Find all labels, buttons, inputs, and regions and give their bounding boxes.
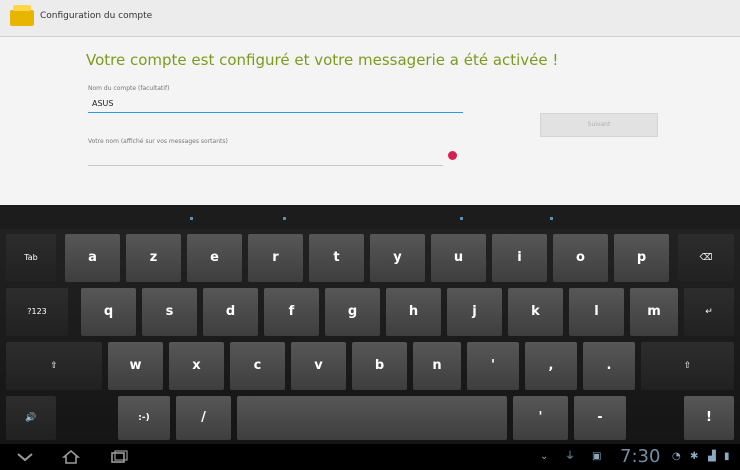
key-exclamation[interactable]: !: [684, 396, 734, 440]
key-enter[interactable]: ↵: [684, 288, 734, 336]
folder-envelope-icon: [10, 5, 34, 26]
key-s[interactable]: s: [142, 288, 197, 336]
bluetooth-icon: ✱: [690, 451, 699, 462]
key-smiley[interactable]: :-): [118, 396, 170, 440]
key-t[interactable]: t: [309, 234, 364, 282]
key-c[interactable]: c: [230, 342, 285, 390]
key-h[interactable]: h: [386, 288, 441, 336]
key-l[interactable]: l: [569, 288, 624, 336]
signal-icon: ▟: [708, 451, 716, 462]
wifi-icon: ◔: [672, 451, 681, 462]
back-icon[interactable]: [16, 450, 34, 464]
key-b[interactable]: b: [352, 342, 407, 390]
screen: Configuration du compte Votre compte est…: [0, 0, 740, 470]
key-w[interactable]: w: [108, 342, 163, 390]
key-symbols[interactable]: ?123: [6, 288, 68, 336]
key-i[interactable]: i: [492, 234, 547, 282]
key-e[interactable]: e: [187, 234, 242, 282]
key-slash[interactable]: /: [176, 396, 231, 440]
next-button[interactable]: Suivant: [540, 113, 658, 137]
key-voice[interactable]: 🔊: [6, 396, 56, 440]
window-title: Configuration du compte: [40, 11, 153, 21]
battery-icon: ▮: [724, 451, 730, 462]
key-tab[interactable]: Tab: [6, 234, 56, 282]
home-icon[interactable]: [61, 449, 81, 464]
key-p[interactable]: p: [614, 234, 669, 282]
key-comma[interactable]: ,: [525, 342, 577, 390]
key-apostrophe[interactable]: ': [467, 342, 519, 390]
page-heading: Votre compte est configuré et votre mess…: [86, 51, 559, 69]
system-nav-bar: ⌄ ⏚ ▣ 7:30 ◔ ✱ ▟ ▮: [0, 444, 740, 470]
key-n[interactable]: n: [413, 342, 461, 390]
key-shift-left[interactable]: ⇧: [6, 342, 102, 390]
keyboard-hide-icon[interactable]: ⌄: [540, 450, 548, 464]
display-name-label: Votre nom (affiché sur vos messages sort…: [88, 138, 228, 145]
key-a[interactable]: a: [65, 234, 120, 282]
key-j[interactable]: j: [447, 288, 502, 336]
recent-apps-icon[interactable]: [110, 450, 128, 464]
key-hyphen[interactable]: -: [574, 396, 626, 440]
usb-icon: ⏚: [565, 451, 575, 462]
key-d[interactable]: d: [203, 288, 258, 336]
display-name-field[interactable]: [88, 150, 443, 166]
title-bar: Configuration du compte: [0, 0, 740, 37]
account-name-label: Nom du compte (facultatif): [88, 85, 170, 92]
key-y[interactable]: y: [370, 234, 425, 282]
soft-keyboard: Tab a z e r t y u i o p ⌫ ?123 q s d f g…: [0, 207, 740, 444]
key-shift-right[interactable]: ⇧: [641, 342, 734, 390]
account-name-field[interactable]: ASUS: [88, 97, 463, 113]
account-name-value: ASUS: [92, 99, 114, 108]
key-g[interactable]: g: [325, 288, 380, 336]
key-r[interactable]: r: [248, 234, 303, 282]
key-period[interactable]: .: [583, 342, 635, 390]
key-apostrophe-2[interactable]: ': [513, 396, 568, 440]
key-z[interactable]: z: [126, 234, 181, 282]
key-o[interactable]: o: [553, 234, 608, 282]
key-backspace[interactable]: ⌫: [678, 234, 734, 282]
key-m[interactable]: m: [630, 288, 678, 336]
status-clock: 7:30: [620, 446, 661, 467]
key-v[interactable]: v: [291, 342, 346, 390]
key-f[interactable]: f: [264, 288, 319, 336]
key-u[interactable]: u: [431, 234, 486, 282]
account-setup-content: Votre compte est configuré et votre mess…: [0, 37, 740, 205]
key-q[interactable]: q: [81, 288, 136, 336]
key-space[interactable]: [237, 396, 507, 440]
key-x[interactable]: x: [169, 342, 224, 390]
suggestion-bar: [0, 207, 740, 229]
screenshot-icon: ▣: [592, 451, 602, 462]
error-indicator-icon: [448, 151, 457, 160]
key-k[interactable]: k: [508, 288, 563, 336]
